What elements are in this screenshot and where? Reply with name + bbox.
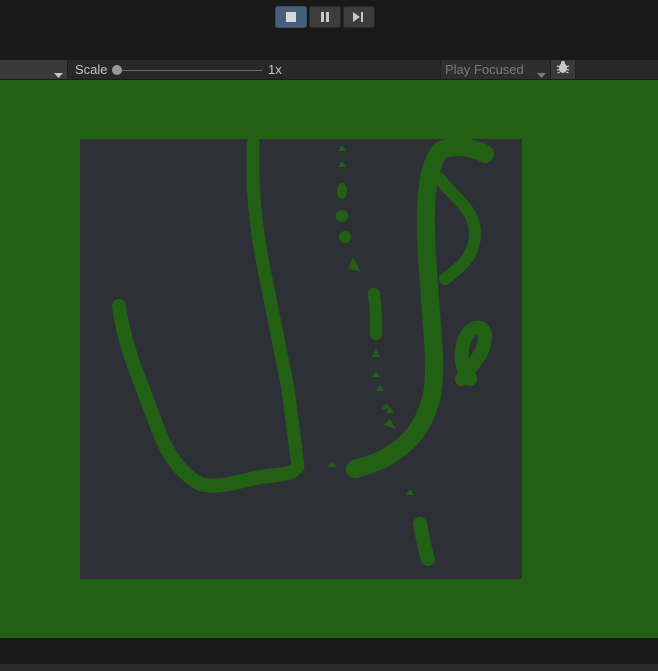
stroke-u-shape (112, 299, 300, 493)
pause-icon (320, 12, 330, 22)
play-mode-dropdown[interactable]: Play Focused (440, 60, 550, 79)
stroke-left-vertical (246, 139, 305, 474)
stroke-middle-segment (368, 288, 382, 340)
display-dropdown[interactable] (0, 60, 68, 79)
stop-icon (286, 12, 296, 22)
scale-value: 1x (268, 62, 282, 77)
step-forward-icon (353, 12, 365, 22)
step-button[interactable] (343, 6, 375, 28)
status-strip (0, 664, 658, 671)
scale-slider-thumb[interactable] (112, 65, 122, 75)
scale-slider-track (116, 70, 262, 71)
scale-slider[interactable] (112, 64, 262, 76)
pause-button[interactable] (309, 6, 341, 28)
game-view-toolbar: Scale 1x Play Focused (0, 59, 658, 80)
bug-icon (556, 60, 570, 79)
stop-button[interactable] (275, 6, 307, 28)
stroke-bottom-tail (413, 517, 435, 566)
game-view[interactable] (0, 80, 658, 638)
editor-top-bar (0, 0, 658, 59)
stroke-loop-upper (434, 173, 481, 285)
debug-toggle-button[interactable] (550, 60, 576, 79)
play-mode-label: Play Focused (445, 62, 524, 77)
canvas-strokes (112, 139, 494, 566)
scale-label: Scale (75, 62, 108, 77)
play-controls (275, 6, 375, 28)
stroke-loop-lower (454, 320, 493, 386)
drawing-canvas[interactable] (80, 139, 522, 579)
